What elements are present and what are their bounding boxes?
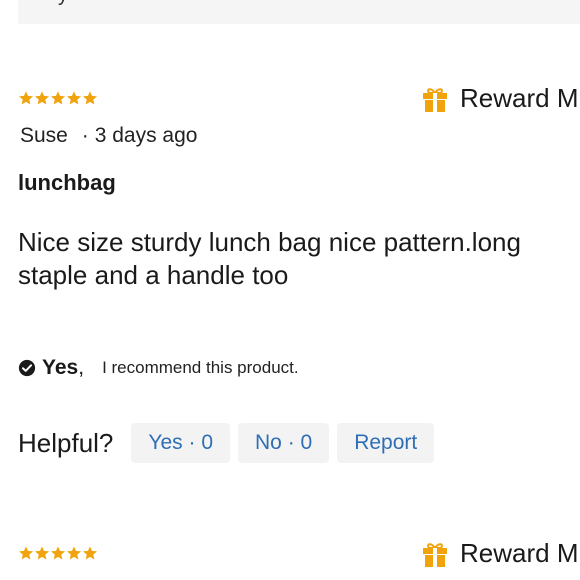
review-meta: Suse · 3 days ago [20,124,197,148]
star-icon [67,546,81,560]
recommend-yes: Yes [42,356,79,379]
review-body: Nice size sturdy lunch bag nice pattern.… [18,227,521,290]
star-icon [35,91,49,105]
gift-icon [423,542,447,567]
author-name: Suse [20,124,68,147]
gift-icon [423,87,447,112]
star-rating [18,90,98,106]
review-title: lunchbag [18,170,116,195]
star-icon [19,546,33,560]
star-icon [51,91,65,105]
helpful-label: Helpful? [18,427,114,458]
reward-badge[interactable]: Reward M [420,83,578,114]
star-icon [67,91,81,105]
check-circle-icon [18,359,36,377]
star-rating [18,545,98,561]
helpful-row: Helpful? Yes · 0 No · 0 Report [18,423,442,463]
recommendation: Yes, I recommend this product. [18,356,299,380]
star-icon [83,91,97,105]
star-icon [51,546,65,560]
helpful-no-button[interactable]: No · 0 [238,423,330,463]
reward-badge[interactable]: Reward M [420,538,578,569]
reward-label: Reward M [460,538,579,568]
star-icon [83,546,97,560]
recommend-text: I recommend this product. [102,358,299,377]
helpful-yes-button[interactable]: Yes · 0 [131,423,231,463]
previous-section-panel: y [18,0,580,24]
star-icon [19,91,33,105]
report-button[interactable]: Report [337,423,435,463]
reward-label: Reward M [460,83,579,113]
recommend-comma: , [78,356,85,379]
previous-section-text: y [58,0,68,7]
review-time: 3 days ago [94,124,198,147]
meta-separator: · [81,124,89,147]
star-icon [35,546,49,560]
